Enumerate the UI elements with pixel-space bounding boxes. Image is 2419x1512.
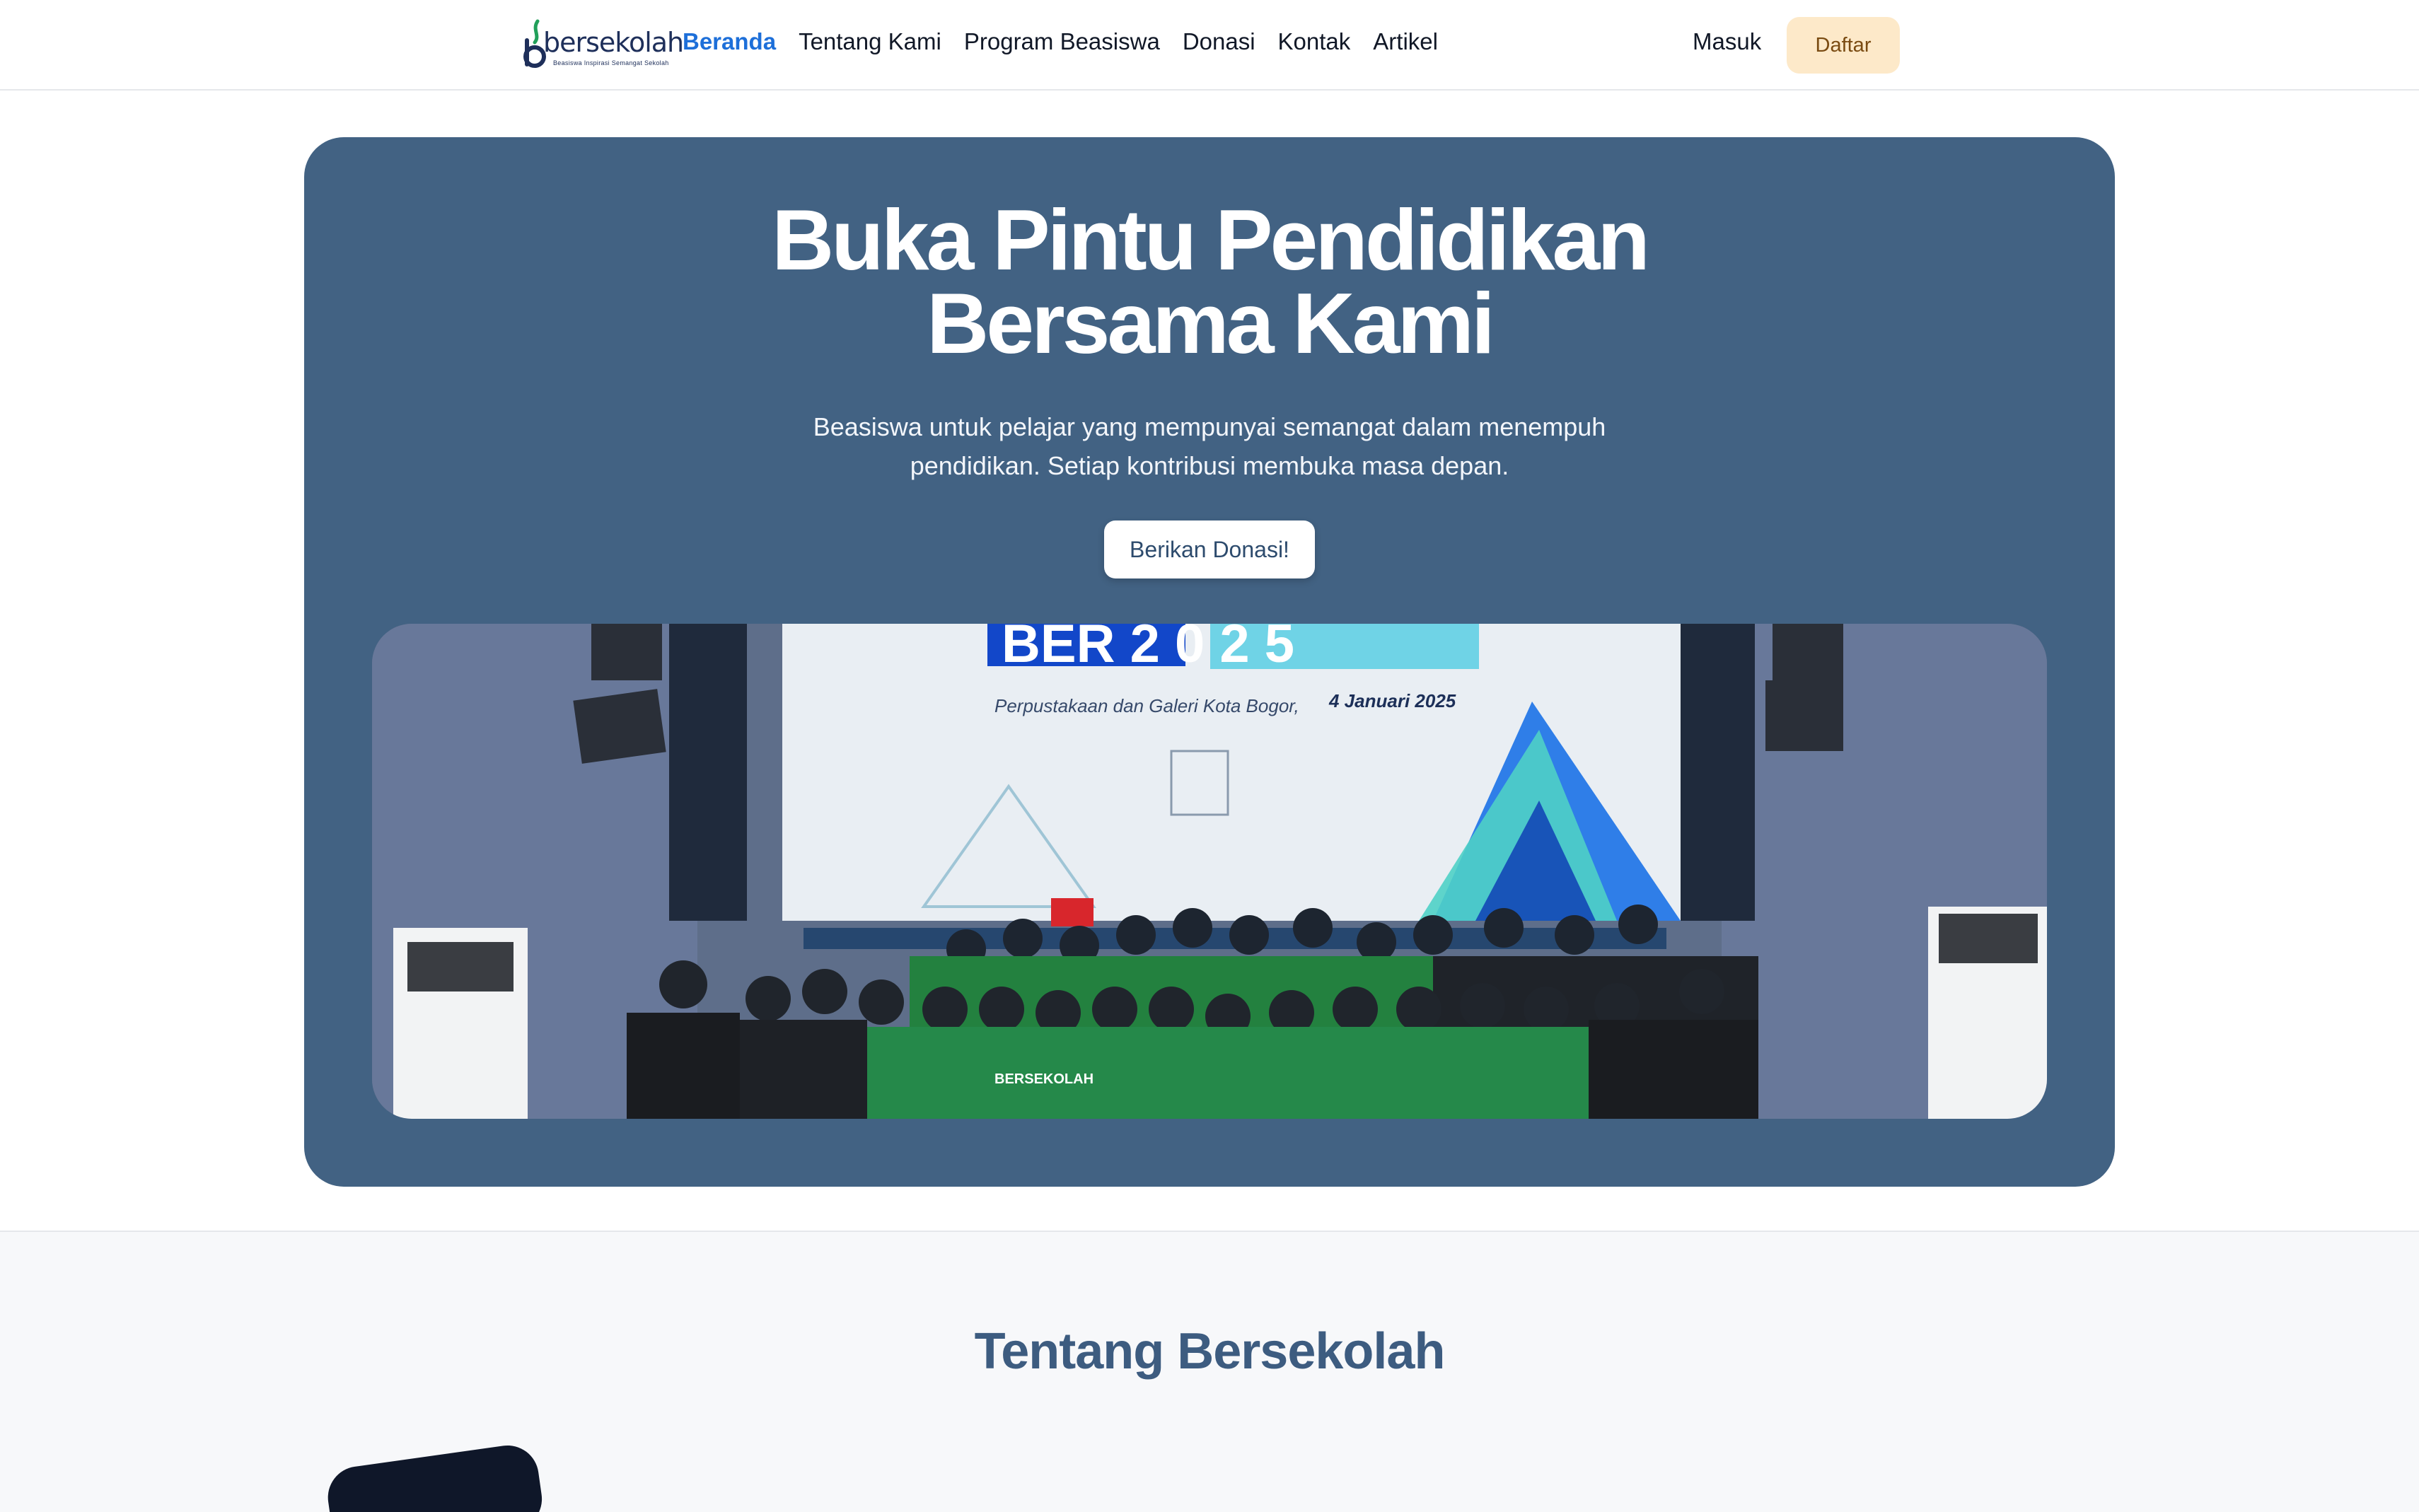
about-title: Tentang Bersekolah [974,1323,1446,1380]
donate-button[interactable]: Berikan Donasi! [1104,521,1315,578]
register-button[interactable]: Daftar [1787,17,1900,74]
hero-title-line-2: Bersama Kami [927,275,1495,371]
nav-link-donasi[interactable]: Donasi [1183,28,1255,55]
logo-tagline: Beasiswa Inspirasi Semangat Sekolah [553,59,669,66]
hero-section: Buka Pintu Pendidikan Bersama Kami Beasi… [304,137,2115,1187]
brand-logo[interactable]: bersekolah Beasiswa Inspirasi Semangat S… [522,17,684,71]
screen-date-text: 4 Januari 2025 [1328,690,1456,711]
hero-title: Buka Pintu Pendidikan Bersama Kami [304,192,2115,371]
navbar: bersekolah Beasiswa Inspirasi Semangat S… [0,0,2419,91]
screen-heading-text: BER 2 0 2 5 [1002,624,1294,674]
nav-link-program-beasiswa[interactable]: Program Beasiswa [964,28,1160,55]
hero-title-line-1: Buka Pintu Pendidikan [772,192,1650,288]
nav-link-artikel[interactable]: Artikel [1373,28,1438,55]
nav-link-tentang-kami[interactable]: Tentang Kami [799,28,941,55]
main-nav: Beranda Tentang Kami Program Beasiswa Do… [683,28,1461,55]
hero-group-photo: BER 2 0 2 5 Perpustakaan dan Galeri Kota… [372,624,2047,1119]
hero-subtitle-line-2: pendidikan. Setiap kontribusi membuka ma… [910,451,1509,480]
logo-text: bersekolah [543,27,684,58]
about-section: Tentang Bersekolah [0,1231,2419,1512]
login-link[interactable]: Masuk [1693,28,1761,55]
hero-subtitle: Beasiswa untuk pelajar yang mempunyai se… [304,407,2115,485]
hero-subtitle-line-1: Beasiswa untuk pelajar yang mempunyai se… [813,412,1606,441]
group-photo-illustration: BER 2 0 2 5 Perpustakaan dan Galeri Kota… [372,624,2047,1119]
about-card-decoration [324,1441,546,1512]
screen-caption-text: Perpustakaan dan Galeri Kota Bogor, [994,695,1299,716]
shirt-text: BERSEKOLAH [994,1071,1094,1087]
nav-link-beranda[interactable]: Beranda [683,28,776,55]
nav-link-kontak[interactable]: Kontak [1278,28,1351,55]
